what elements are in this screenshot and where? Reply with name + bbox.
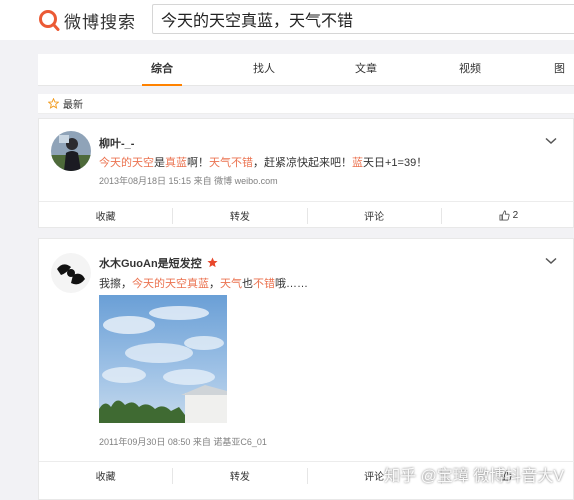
author-name[interactable]: 柳叶-_- [99,135,134,151]
text-segment: 啊！ [187,157,209,169]
logo-text: 微博搜索 [64,12,136,32]
avatar[interactable] [51,131,91,171]
weibo-post-card: 柳叶-_- 今天的天空是真蓝啊！天气不错，赶紧凉快起来吧！蓝天日+1=39！ 2… [38,118,574,228]
keyword-highlight: 天气 [220,278,242,290]
text-segment: 哦…… [275,278,308,290]
keyword-highlight: 今天的天空 [99,157,154,169]
avatar[interactable] [51,253,91,293]
tab-videos[interactable]: 视频 [450,54,490,86]
chevron-down-icon[interactable] [545,257,557,265]
author-name[interactable]: 水木GuoAn是短发控 [99,255,218,271]
top-bar: 微博搜索 [0,0,574,40]
comment-button[interactable]: 评论 [306,207,441,224]
author-name-text: 水木GuoAn是短发控 [99,258,202,270]
repost-button[interactable]: 转发 [172,207,306,224]
avatar-image [51,131,91,171]
post-photo[interactable] [99,295,227,423]
weibo-search-logo[interactable]: 微博搜索 [38,8,136,32]
search-input[interactable] [153,5,574,33]
repost-label: 转发 [229,472,250,483]
keyword-highlight: 今天的天空真蓝 [132,278,209,290]
keyword-highlight: 不错 [253,278,275,290]
text-segment: 我擦， [99,278,132,290]
comment-label: 评论 [364,212,385,223]
star-icon [48,98,59,109]
search-tabs: 综合 找人 文章 视频 图 [38,54,574,86]
sky-photo [99,295,227,423]
thumbs-up-icon [499,210,510,221]
repost-label: 转发 [229,212,250,223]
chevron-down-icon[interactable] [545,137,557,145]
collect-button[interactable]: 收藏 [39,468,172,484]
weibo-post-card: 水木GuoAn是短发控 我擦，今天的天空真蓝，天气也不错哦…… 2011年09月… [38,238,574,500]
text-segment: 也 [242,278,253,290]
comment-label: 评论 [364,472,385,483]
post-actions: 收藏 转发 评论 2 [39,201,574,229]
post-meta: 2013年08月18日 15:15 来自 微博 weibo.com [99,176,278,186]
tab-people[interactable]: 找人 [244,54,284,86]
collect-button[interactable]: 收藏 [39,208,172,224]
post-text: 我擦，今天的天空真蓝，天气也不错哦…… [99,275,308,291]
filter-label: 最新 [63,100,83,111]
like-count: 2 [512,210,519,221]
like-button[interactable]: 2 [440,207,574,224]
avatar-image [51,253,91,293]
text-segment: ， [209,278,220,290]
tab-images[interactable]: 图 [554,54,574,86]
keyword-highlight: 天气不错 [209,157,253,169]
post-text: 今天的天空是真蓝啊！天气不错，赶紧凉快起来吧！蓝天日+1=39！ [99,154,427,170]
text-segment: 天日+1=39！ [363,157,428,169]
collect-label: 收藏 [95,472,116,483]
text-segment: ，赶紧凉快起来吧！ [253,157,352,169]
watermark: 知乎 @宝璋 微博抖音大V [384,468,564,485]
verified-star-icon [207,257,218,268]
collect-label: 收藏 [95,212,116,223]
post-meta: 2011年09月30日 08:50 来自 诺基亚C6_01 [99,437,267,447]
newest-filter[interactable]: 最新 [38,94,574,114]
repost-button[interactable]: 转发 [172,467,306,484]
keyword-highlight: 真蓝 [165,157,187,169]
tab-comprehensive[interactable]: 综合 [142,54,182,86]
keyword-highlight: 蓝 [352,157,363,169]
text-segment: 是 [154,157,165,169]
tab-articles[interactable]: 文章 [346,54,386,86]
search-logo-icon [39,10,60,31]
search-box[interactable] [152,4,574,34]
